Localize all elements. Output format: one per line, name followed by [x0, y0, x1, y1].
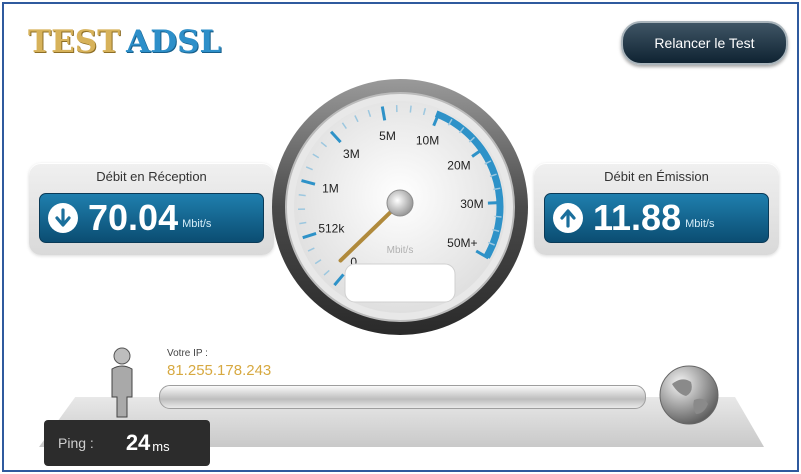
gauge-tick-label: 512k — [318, 222, 345, 236]
logo-text-adsl: ADSL — [126, 24, 222, 60]
download-speed-box: 70.04 Mbit/s — [39, 193, 264, 243]
gauge-tick-label: 50M+ — [447, 236, 477, 250]
gauge-minor-tick — [409, 105, 412, 113]
upload-speed-box: 11.88 Mbit/s — [544, 193, 769, 243]
ip-value: 81.255.178.243 — [167, 362, 272, 379]
globe-icon — [659, 365, 719, 425]
ping-label: Ping : — [58, 435, 94, 451]
ping-box: Ping : 24 ms — [44, 420, 210, 466]
gauge-tick-label: 30M — [460, 197, 483, 211]
gauge-tick-label: 10M — [416, 133, 439, 147]
ip-label: Votre IP : — [167, 348, 208, 359]
gauge-tick-label: 20M — [447, 159, 470, 173]
user-icon — [111, 347, 133, 418]
speedtest-frame: TEST ADSL Relancer le Test Débit en Récep… — [2, 2, 799, 472]
upload-unit: Mbit/s — [685, 218, 715, 230]
ping-value: 24 — [125, 430, 151, 455]
upload-title: Débit en Émission — [604, 169, 709, 184]
gauge-minor-tick — [494, 215, 502, 218]
gauge-unit-label: Mbit/s — [387, 245, 414, 256]
arrow-up-icon — [553, 203, 583, 233]
gauge-hub — [386, 189, 414, 217]
gauge-tick-label: 5M — [379, 129, 396, 143]
gauge-tick-label: 3M — [343, 147, 360, 161]
gauge-readout-box — [344, 263, 456, 303]
arrow-down-icon — [48, 203, 78, 233]
download-unit: Mbit/s — [182, 218, 212, 230]
gauge-minor-tick — [298, 194, 306, 197]
ping-unit: ms — [152, 438, 170, 454]
restart-test-button[interactable]: Relancer le Test — [621, 21, 788, 65]
gauge-tick-label: 1M — [322, 181, 339, 195]
upload-panel: Débit en Émission 11.88 Mbit/s — [534, 163, 779, 255]
speed-gauge: 0512k1M3M5M 10M20M30M50M+ Mbit/s — [272, 79, 528, 335]
download-panel: Débit en Réception 70.04 Mbit/s — [29, 163, 274, 255]
download-value: 70.04 — [88, 197, 179, 238]
connection-tube — [159, 385, 646, 409]
download-title: Débit en Réception — [96, 169, 207, 184]
logo: TEST ADSL — [28, 24, 221, 60]
upload-value: 11.88 — [593, 197, 682, 238]
logo-text-test: TEST — [28, 24, 121, 60]
gauge-major-tick — [487, 201, 502, 205]
